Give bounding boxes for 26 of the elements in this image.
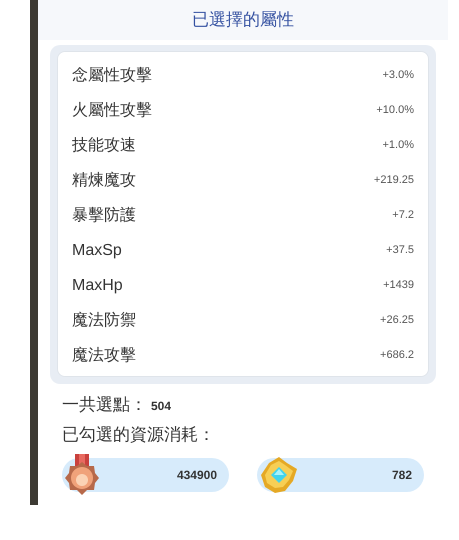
resource-amount: 782 [392, 466, 412, 484]
resource-cost-label: 已勾選的資源消耗： [62, 424, 215, 444]
attribute-name: 念屬性攻擊 [72, 66, 152, 86]
attribute-value: +7.2 [392, 208, 414, 224]
attribute-value: +3.0% [382, 68, 414, 84]
attribute-name: MaxSp [72, 240, 122, 260]
attribute-name: 技能攻速 [72, 136, 136, 156]
medal-icon [64, 454, 100, 496]
attribute-name: 魔法攻擊 [72, 346, 136, 366]
attribute-value: +219.25 [374, 173, 414, 188]
attribute-name: MaxHp [72, 276, 123, 296]
attribute-name: 魔法防禦 [72, 310, 136, 330]
total-points-value: 504 [151, 398, 172, 415]
dialog-title: 已選擇的屬性 [192, 9, 294, 32]
attribute-value: +10.0% [376, 103, 414, 118]
attribute-value: +686.2 [380, 348, 414, 364]
attribute-name: 暴擊防護 [72, 206, 136, 226]
attribute-value: +26.25 [380, 313, 414, 328]
attribute-value: +37.5 [386, 243, 414, 258]
crystal-icon [259, 454, 299, 494]
attribute-value: +1439 [383, 278, 414, 294]
attribute-name: 火屬性攻擊 [72, 100, 152, 120]
total-points-label: 一共選點： [62, 394, 147, 416]
attribute-name: 精煉魔攻 [72, 170, 136, 190]
attribute-value: +1.0% [382, 138, 414, 154]
resource-amount: 434900 [176, 466, 217, 484]
